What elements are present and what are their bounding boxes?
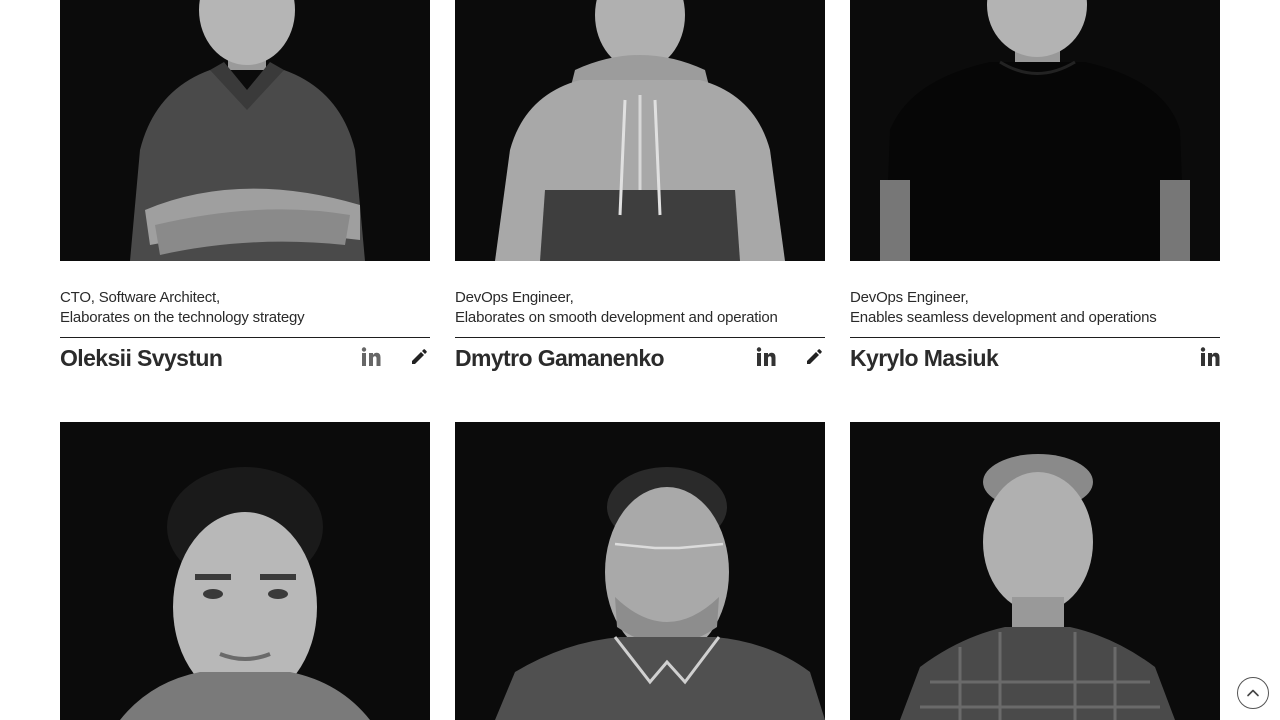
pencil-icon[interactable] bbox=[802, 345, 826, 369]
member-photo bbox=[455, 0, 825, 261]
member-role-description: Enables seamless development and operati… bbox=[850, 309, 1157, 326]
member-photo bbox=[850, 422, 1220, 720]
member-role-description: Elaborates on the technology strategy bbox=[60, 309, 305, 326]
member-role-description: Elaborates on smooth development and ope… bbox=[455, 309, 778, 326]
scroll-to-top-button[interactable] bbox=[1237, 677, 1269, 709]
member-photo bbox=[850, 0, 1220, 261]
linkedin-icon[interactable] bbox=[754, 345, 778, 369]
member-photo bbox=[60, 0, 430, 261]
member-role-title: CTO, Software Architect, bbox=[60, 289, 220, 306]
linkedin-icon[interactable] bbox=[1198, 345, 1222, 369]
member-name: Dmytro Gamanenko bbox=[455, 345, 665, 371]
member-role-title: DevOps Engineer, bbox=[850, 289, 969, 306]
member-name: Kyrylo Masiuk bbox=[850, 345, 999, 371]
chevron-up-icon bbox=[1247, 689, 1259, 697]
member-role: DevOps Engineer, Elaborates on smooth de… bbox=[455, 288, 825, 328]
member-role: DevOps Engineer, Enables seamless develo… bbox=[850, 288, 1220, 328]
linkedin-icon[interactable] bbox=[359, 345, 383, 369]
card-divider bbox=[60, 337, 430, 338]
card-divider bbox=[850, 337, 1220, 338]
member-photo bbox=[455, 422, 825, 720]
team-page: CTO, Software Architect, Elaborates on t… bbox=[0, 0, 1280, 720]
member-name: Oleksii Svystun bbox=[60, 345, 223, 371]
member-photo bbox=[60, 422, 430, 720]
member-role-title: DevOps Engineer, bbox=[455, 289, 574, 306]
member-role: CTO, Software Architect, Elaborates on t… bbox=[60, 288, 430, 328]
pencil-icon[interactable] bbox=[407, 345, 431, 369]
card-divider bbox=[455, 337, 825, 338]
